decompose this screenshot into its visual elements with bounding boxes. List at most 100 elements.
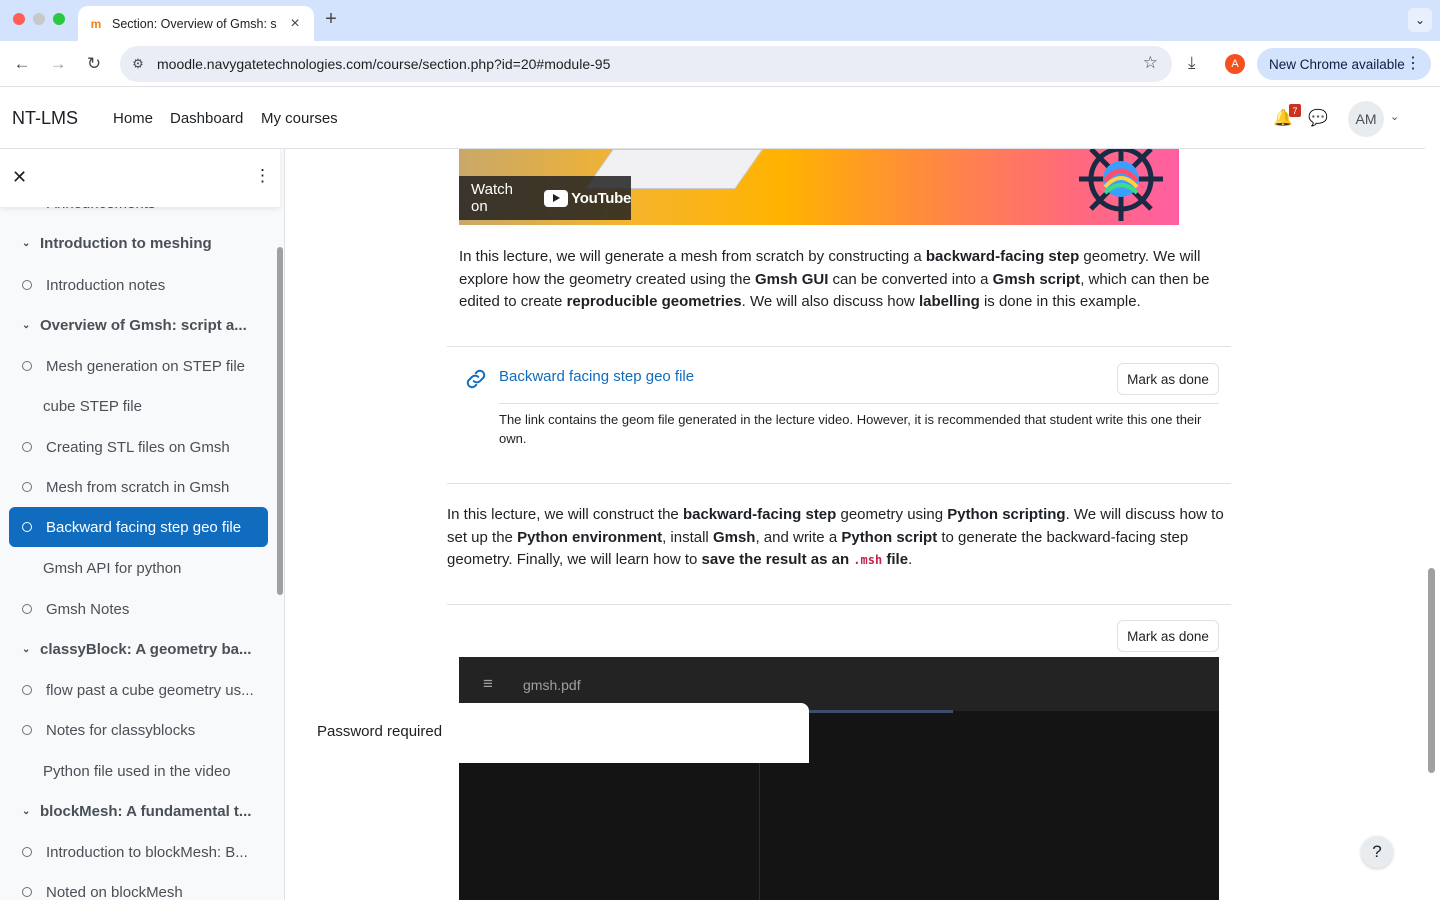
pdf-file-name: gmsh.pdf — [523, 677, 581, 693]
chevron-down-icon[interactable]: ⌄ — [22, 806, 32, 817]
item-label: Creating STL files on Gmsh — [46, 438, 230, 456]
incomplete-circle-icon — [22, 725, 32, 735]
site-settings-icon[interactable]: ⚙ — [128, 54, 148, 74]
tab-title: Section: Overview of Gmsh: s — [112, 16, 277, 31]
item-label: Introduction notes — [46, 276, 166, 294]
youtube-video-embed[interactable]: Watch on YouTube — [459, 149, 1179, 225]
course-index-drawer: ✕ ⋮ Announcements ⌄ Introduction to mesh… — [0, 149, 285, 900]
youtube-play-icon — [544, 189, 569, 207]
section-title: Overview of Gmsh: script a... — [40, 316, 247, 334]
incomplete-circle-icon — [22, 604, 32, 614]
incomplete-circle-icon — [22, 847, 32, 857]
mark-as-done-button[interactable]: Mark as done — [1117, 620, 1219, 652]
window-minimize-button[interactable] — [33, 13, 45, 25]
drawer-header: ✕ ⋮ — [0, 149, 280, 207]
incomplete-circle-icon — [22, 522, 32, 532]
url-activity-description: The link contains the geom file generate… — [499, 412, 1202, 446]
main-content: Watch on YouTube In this lecture, we wil… — [286, 149, 1425, 900]
item-label: Mesh generation on STEP file — [46, 357, 246, 375]
item-label: Mesh from scratch in Gmsh — [46, 478, 230, 496]
item-label: flow past a cube geometry us... — [46, 681, 254, 699]
incomplete-circle-icon — [22, 280, 32, 290]
course-index-section[interactable]: ⌄ blockMesh: A fundamental t... — [22, 799, 251, 823]
url-activity-link[interactable]: Backward facing step geo file — [499, 368, 694, 385]
browser-tab-strip: m Section: Overview of Gmsh: s × + ⌄ — [0, 0, 1440, 41]
tab-close-icon[interactable]: × — [286, 15, 304, 33]
lecture-description: In this lecture, we will construct the b… — [447, 506, 1224, 568]
course-index-item[interactable]: Mesh from scratch in Gmsh — [22, 475, 229, 499]
incomplete-circle-icon — [22, 887, 32, 897]
window-close-button[interactable] — [13, 13, 25, 25]
site-navbar: NT-LMS Home Dashboard My courses 🔔 💬 AM … — [0, 88, 1425, 149]
pdf-viewer[interactable]: ≡ gmsh.pdf — [459, 657, 1219, 900]
address-bar[interactable]: ⚙ moodle.navygatetechnologies.com/course… — [120, 46, 1172, 82]
section-title: blockMesh: A fundamental t... — [40, 802, 252, 820]
chrome-update-button[interactable]: New Chrome available ⋮ — [1257, 48, 1431, 80]
course-index-item[interactable]: flow past a cube geometry us... — [22, 678, 254, 702]
user-menu-chevron-icon[interactable]: ⌄ — [1390, 110, 1399, 123]
item-label: Gmsh API for python — [43, 559, 182, 577]
nav-my-courses[interactable]: My courses — [261, 110, 338, 127]
course-index-item[interactable]: Gmsh API for python — [43, 556, 181, 580]
browser-tab[interactable]: m Section: Overview of Gmsh: s × — [78, 6, 314, 41]
user-avatar[interactable]: AM — [1348, 101, 1384, 137]
page-scrollbar[interactable] — [1428, 568, 1435, 773]
close-drawer-icon[interactable]: ✕ — [12, 167, 27, 188]
url-text[interactable]: moodle.navygatetechnologies.com/course/s… — [157, 56, 610, 72]
chevron-down-icon[interactable]: ⌄ — [22, 644, 32, 655]
nav-home[interactable]: Home — [113, 110, 153, 127]
item-label: Gmsh Notes — [46, 600, 130, 618]
course-index-item[interactable]: Introduction to blockMesh: B... — [22, 840, 248, 864]
course-index-section[interactable]: ⌄ classyBlock: A geometry ba... — [22, 637, 251, 661]
watch-on-label: Watch on — [471, 181, 513, 215]
dialog-title: Password required — [317, 723, 443, 740]
course-index-item[interactable]: Notes for classyblocks — [22, 718, 195, 742]
watch-on-youtube-button[interactable]: Watch on YouTube — [459, 176, 631, 220]
course-index-section[interactable]: ⌄ Overview of Gmsh: script a... — [22, 313, 247, 337]
course-index-item[interactable]: Introduction notes — [22, 273, 165, 297]
site-brand[interactable]: NT-LMS — [12, 108, 78, 129]
course-index-item[interactable]: Gmsh Notes — [22, 597, 129, 621]
youtube-logo-icon: YouTube — [544, 189, 631, 207]
back-arrow-icon[interactable]: ← — [9, 51, 35, 77]
url-activity-divider — [499, 403, 1219, 404]
chevron-down-icon[interactable]: ⌄ — [22, 320, 32, 331]
new-tab-icon[interactable]: + — [320, 8, 342, 30]
chevron-down-icon[interactable]: ⌄ — [22, 238, 32, 249]
lecture-description: In this lecture, we will generate a mesh… — [459, 248, 1210, 310]
item-label: cube STEP file — [43, 397, 142, 415]
help-button[interactable]: ? — [1361, 836, 1393, 868]
activity-divider — [447, 604, 1231, 605]
forward-arrow-icon[interactable]: → — [45, 51, 71, 77]
course-index-item[interactable]: Python file used in the video — [43, 759, 231, 783]
window-maximize-button[interactable] — [53, 13, 65, 25]
course-index-item-active[interactable]: Backward facing step geo file — [9, 507, 268, 547]
course-index-item[interactable]: Mesh generation on STEP file — [22, 354, 245, 378]
section-title: classyBlock: A geometry ba... — [40, 640, 252, 658]
download-icon[interactable]: ⤓ — [1188, 53, 1196, 73]
incomplete-circle-icon — [22, 685, 32, 695]
item-label: Introduction to blockMesh: B... — [46, 843, 248, 861]
pdf-menu-icon[interactable]: ≡ — [483, 674, 493, 694]
messages-chat-icon[interactable]: 💬 — [1308, 108, 1328, 128]
mark-as-done-button[interactable]: Mark as done — [1117, 363, 1219, 395]
chrome-profile-avatar[interactable]: A — [1225, 54, 1245, 74]
incomplete-circle-icon — [22, 442, 32, 452]
tab-search-chevron-icon[interactable]: ⌄ — [1408, 8, 1432, 32]
ship-wheel-icon — [1079, 149, 1163, 221]
drawer-options-icon[interactable]: ⋮ — [254, 166, 271, 186]
reload-icon[interactable]: ↻ — [81, 51, 107, 77]
bookmark-star-icon[interactable]: ☆ — [1143, 53, 1158, 73]
course-index-item[interactable]: Creating STL files on Gmsh — [22, 435, 230, 459]
incomplete-circle-icon — [22, 361, 32, 371]
nav-dashboard[interactable]: Dashboard — [170, 110, 243, 127]
activity-divider — [447, 483, 1231, 484]
drawer-scrollbar[interactable] — [277, 247, 283, 595]
moodle-favicon-icon: m — [90, 16, 102, 31]
chrome-update-label: New Chrome available — [1269, 56, 1405, 72]
course-index-item[interactable]: Noted on blockMesh — [22, 880, 183, 900]
course-index-item[interactable]: cube STEP file — [43, 394, 142, 418]
chrome-menu-icon[interactable]: ⋮ — [1405, 53, 1421, 73]
course-index-section[interactable]: ⌄ Introduction to meshing — [22, 231, 212, 255]
item-label: Backward facing step geo file — [46, 518, 242, 536]
